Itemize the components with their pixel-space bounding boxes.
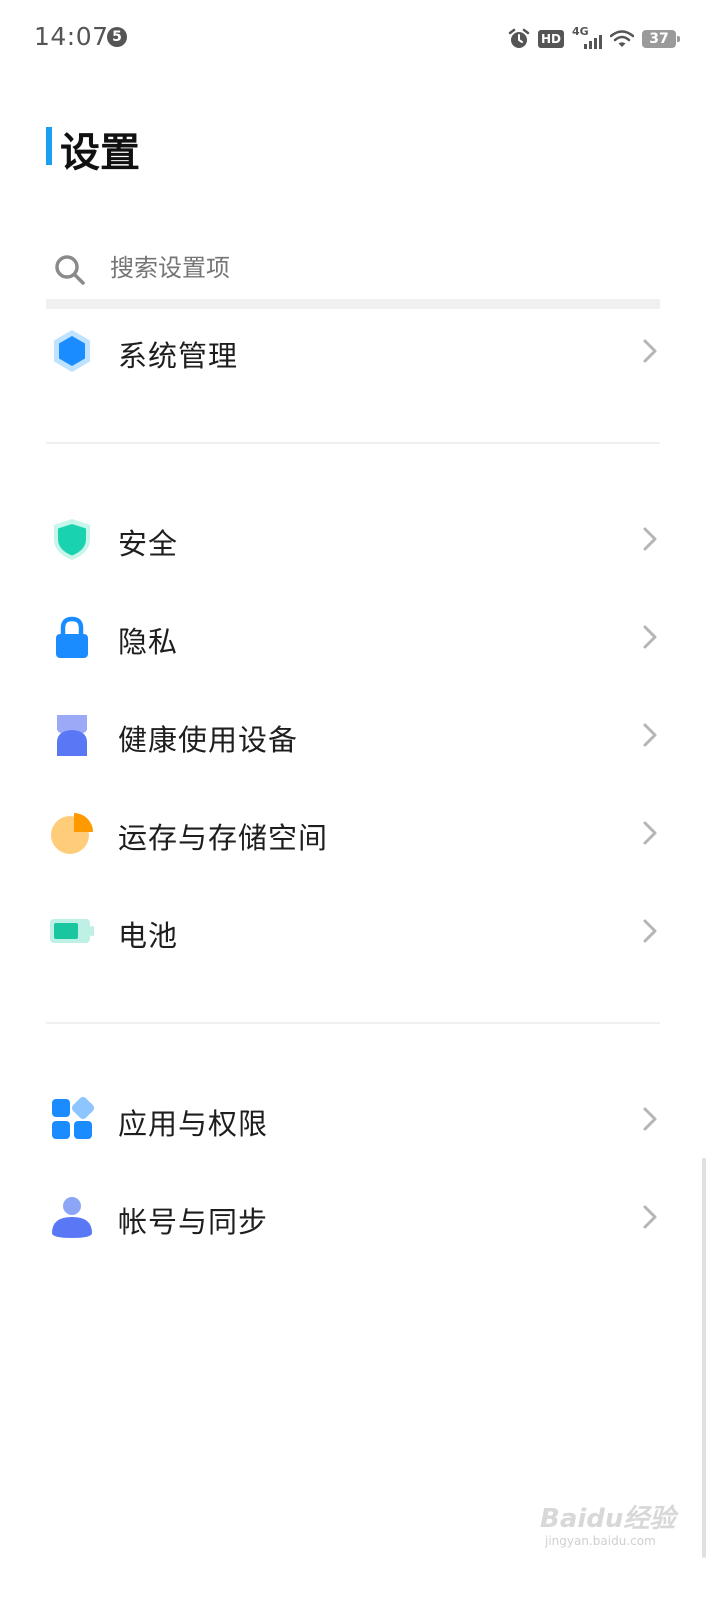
cellular-signal-icon: 4G (572, 25, 602, 51)
hd-voice-icon: HD (537, 30, 564, 48)
search-divider (46, 299, 660, 309)
settings-item-label: 电池 (118, 919, 179, 953)
chevron-right-icon (643, 339, 657, 363)
hourglass-icon (57, 715, 87, 756)
settings-item-privacy[interactable]: 隐私 (46, 597, 660, 677)
settings-item-digital-wellbeing[interactable]: 健康使用设备 (46, 695, 660, 775)
watermark-logo: Baidu经验 (540, 1504, 676, 1534)
settings-item-label: 隐私 (118, 625, 179, 659)
settings-item-apps-permissions[interactable]: 应用与权限 (46, 1079, 660, 1159)
chevron-right-icon (643, 527, 657, 551)
settings-item-label: 健康使用设备 (118, 723, 299, 757)
settings-item-label: 帐号与同步 (118, 1205, 269, 1239)
settings-item-security[interactable]: 安全 (46, 499, 660, 579)
settings-item-label: 运存与存储空间 (118, 821, 329, 855)
apps-grid-icon (52, 1097, 94, 1139)
chevron-right-icon (643, 625, 657, 649)
chevron-right-icon (643, 1107, 657, 1131)
settings-item-accounts-sync[interactable]: 帐号与同步 (46, 1177, 660, 1257)
section-divider (46, 1022, 660, 1024)
chevron-right-icon (643, 919, 657, 943)
scrollbar[interactable] (702, 1158, 706, 1558)
wifi-icon (610, 30, 634, 47)
settings-item-label: 系统管理 (118, 339, 239, 373)
settings-item-memory-storage[interactable]: 运存与存储空间 (46, 793, 660, 873)
settings-item-battery[interactable]: 电池 (46, 891, 660, 971)
battery-icon (50, 919, 94, 943)
account-icon (52, 1197, 92, 1238)
lock-icon (56, 616, 88, 658)
notification-count-badge: 5 (107, 27, 127, 47)
status-bar: 14:07 5 HD 4G 37 (0, 0, 720, 80)
search-bar[interactable] (46, 240, 660, 300)
section-divider (46, 442, 660, 444)
shield-icon (54, 519, 90, 560)
battery-indicator: 37 (642, 30, 680, 48)
page-title: 设置 (60, 130, 140, 176)
hexagon-icon (54, 330, 90, 372)
chevron-right-icon (643, 1205, 657, 1229)
chevron-right-icon (643, 723, 657, 747)
chevron-right-icon (643, 821, 657, 845)
title-accent-bar (46, 127, 52, 165)
settings-item-label: 安全 (118, 527, 179, 561)
watermark-url: jingyan.baidu.com (545, 1534, 656, 1548)
search-input[interactable] (110, 254, 610, 282)
search-icon (55, 255, 85, 285)
alarm-icon (508, 28, 530, 48)
pie-icon (51, 813, 93, 854)
settings-item-system-management[interactable]: 系统管理 (46, 311, 660, 391)
status-icons: HD 4G 37 (508, 25, 680, 52)
status-time: 14:07 (34, 22, 109, 51)
settings-item-label: 应用与权限 (118, 1107, 269, 1141)
